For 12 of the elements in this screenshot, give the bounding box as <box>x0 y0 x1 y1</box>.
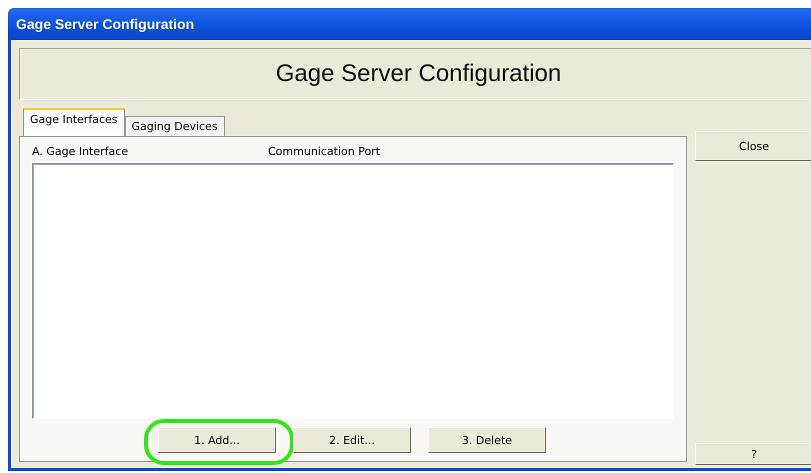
column-header: A. Gage Interface <box>32 145 130 160</box>
tab[interactable]: Gaging Devices <box>124 116 225 136</box>
window-title: Gage Server Configuration <box>16 16 194 32</box>
action-button[interactable]: 1. Add... <box>158 427 276 453</box>
help-button[interactable]: ? <box>695 443 811 465</box>
action-button[interactable]: 2. Edit... <box>293 427 411 453</box>
column-header: Communication Port <box>268 145 380 160</box>
action-button[interactable]: 3. Delete <box>428 427 546 453</box>
close-button[interactable]: Close <box>695 131 811 161</box>
list-box[interactable] <box>32 163 674 419</box>
header-title: Gage Server Configuration <box>276 60 562 88</box>
tab[interactable]: Gage Interfaces <box>23 108 124 136</box>
